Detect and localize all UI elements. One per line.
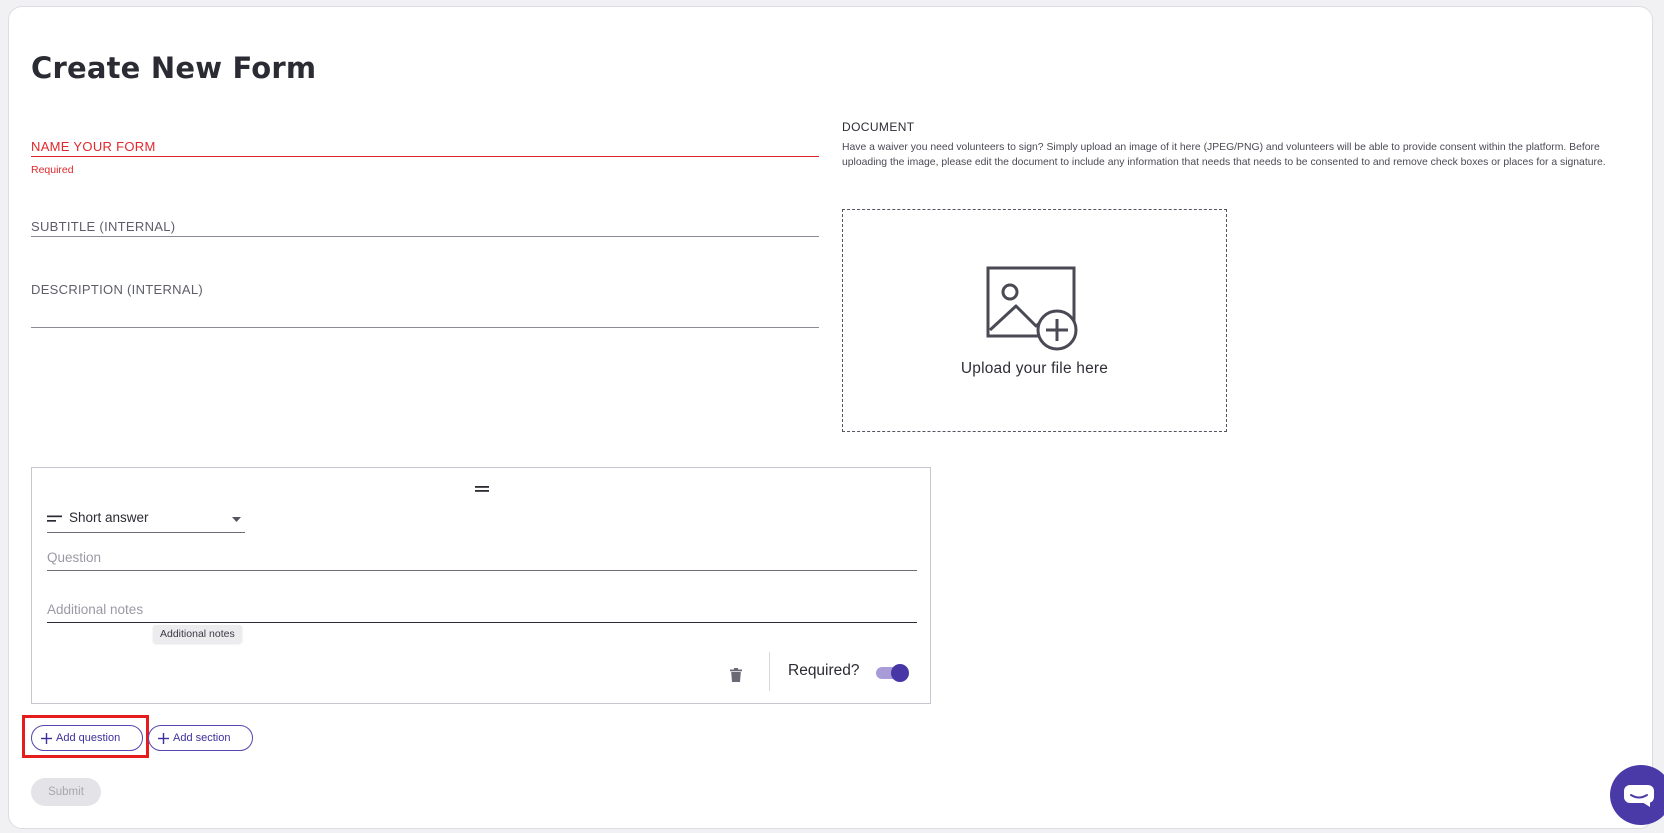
file-upload-dropzone[interactable]: Upload your file here xyxy=(842,209,1227,432)
required-toggle-thumb xyxy=(891,664,909,682)
form-name-field[interactable]: NAME YOUR FORM Required xyxy=(31,132,819,177)
additional-notes-input[interactable]: Additional notes xyxy=(47,598,917,623)
additional-notes-placeholder: Additional notes xyxy=(47,602,144,617)
plus-icon xyxy=(158,732,169,744)
chevron-down-icon xyxy=(232,517,241,522)
form-name-label: NAME YOUR FORM xyxy=(31,139,156,154)
page-title: Create New Form xyxy=(31,51,317,85)
trash-icon[interactable] xyxy=(730,668,742,682)
short-text-icon xyxy=(47,515,62,522)
form-name-error: Required xyxy=(31,164,74,176)
subtitle-label: SUBTITLE (INTERNAL) xyxy=(31,219,176,234)
submit-button[interactable]: Submit xyxy=(31,778,101,806)
question-type-label: Short answer xyxy=(69,510,149,525)
chat-launcher-button[interactable] xyxy=(1610,765,1664,825)
actions-divider xyxy=(769,652,770,691)
add-section-label: Add section xyxy=(173,732,231,744)
question-placeholder: Question xyxy=(47,550,102,565)
image-add-icon xyxy=(986,266,1078,351)
chat-bubble-icon xyxy=(1624,785,1654,807)
form-name-underline xyxy=(31,156,819,158)
question-card: Short answer Question Additional notes A… xyxy=(31,467,931,704)
description-field[interactable]: DESCRIPTION (INTERNAL) xyxy=(31,275,819,329)
document-title: DOCUMENT xyxy=(842,120,915,134)
plus-icon xyxy=(41,732,52,744)
drag-handle-icon[interactable] xyxy=(475,485,489,493)
upload-text: Upload your file here xyxy=(960,360,1109,377)
question-input[interactable]: Question xyxy=(47,546,917,571)
subtitle-underline xyxy=(31,236,819,237)
description-label: DESCRIPTION (INTERNAL) xyxy=(31,282,204,297)
add-section-button[interactable]: Add section xyxy=(148,725,253,751)
required-label: Required? xyxy=(788,662,860,679)
additional-notes-tooltip: Additional notes xyxy=(153,625,242,643)
add-question-label: Add question xyxy=(56,732,121,744)
add-question-button[interactable]: Add question xyxy=(31,725,143,751)
form-card: Create New Form NAME YOUR FORM Required … xyxy=(8,6,1653,829)
description-underline xyxy=(31,327,819,328)
question-type-select[interactable]: Short answer xyxy=(47,505,245,533)
required-toggle[interactable] xyxy=(874,664,910,682)
subtitle-field[interactable]: SUBTITLE (INTERNAL) xyxy=(31,212,819,242)
document-help-text: Have a waiver you need volunteers to sig… xyxy=(842,142,1606,168)
